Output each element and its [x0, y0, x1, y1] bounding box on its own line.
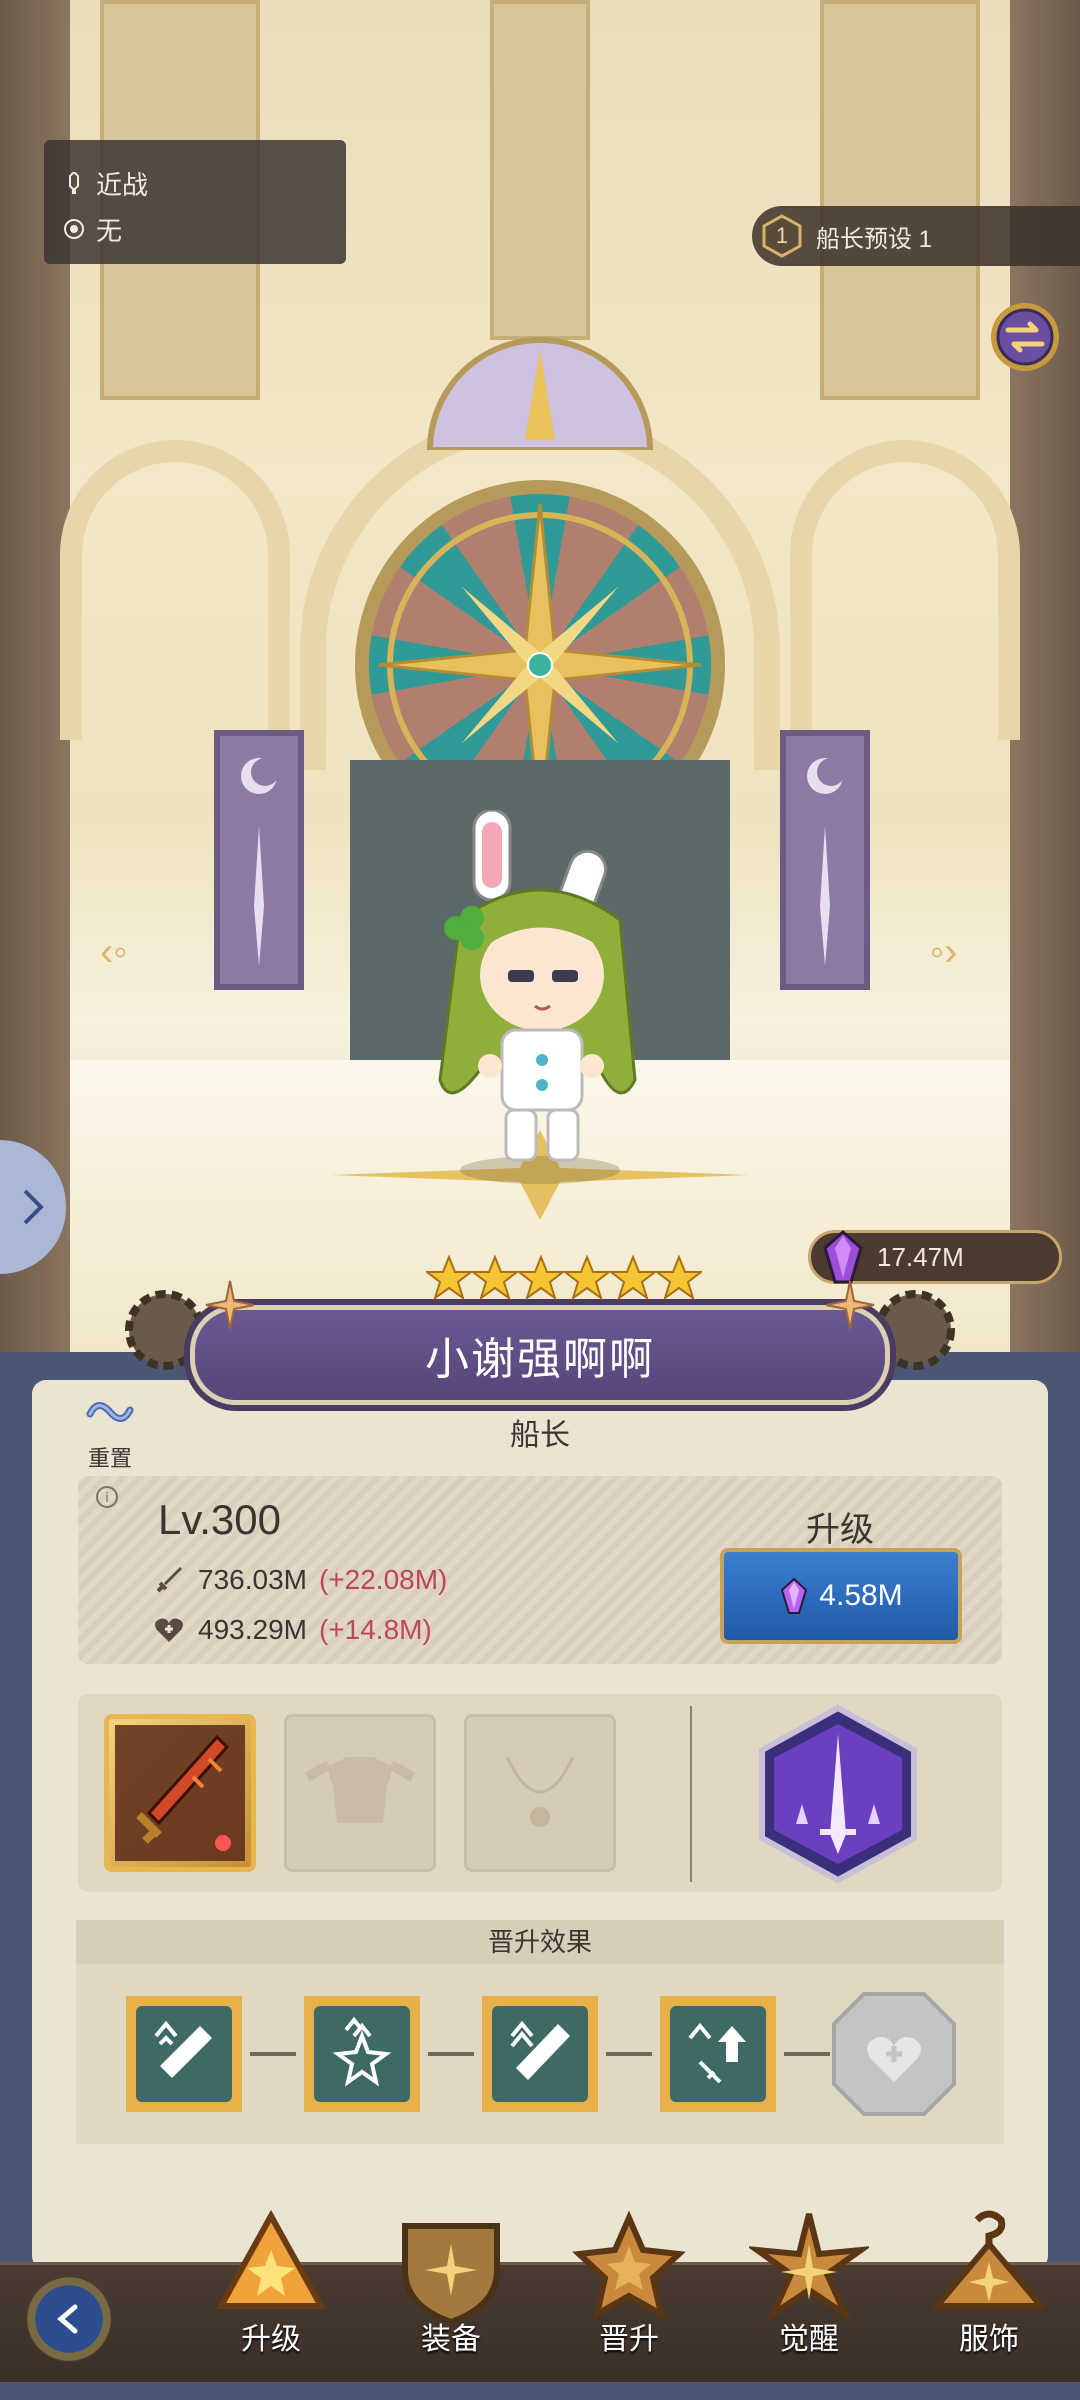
upgrade-cost: 4.58M [819, 1579, 903, 1612]
compass-star-icon [205, 1280, 255, 1330]
red-sword-icon [115, 1725, 245, 1861]
promotion-header: 晋升效果 [76, 1920, 1004, 1964]
attribute-panel: 近战 无 [44, 140, 346, 264]
nav-equipment[interactable]: 装备 [376, 2210, 526, 2370]
star-icon [610, 1255, 656, 1301]
compass-star-icon [825, 1280, 875, 1330]
preset-label: 船长预设 1 [816, 225, 933, 253]
promotion-link [428, 2052, 474, 2056]
next-character-arrow[interactable]: ◦› [930, 930, 958, 975]
element-icon [62, 217, 86, 241]
fan-window [426, 337, 654, 450]
attack-stat: 736.03M (+22.08M) [154, 1564, 447, 1596]
hp-bonus: (+14.8M) [318, 1614, 432, 1645]
attack-value: 736.03M [198, 1564, 307, 1595]
hp-value: 493.29M [198, 1614, 307, 1645]
element-label: 无 [96, 215, 123, 246]
nav-costume[interactable]: 服饰 [914, 2210, 1064, 2370]
sword-icon [62, 171, 86, 195]
swap-icon[interactable] [988, 300, 1062, 374]
upgrade-button[interactable]: 4.58M [720, 1548, 962, 1644]
nav-promotion-label: 晋升 [599, 2323, 659, 2356]
chevron-left-icon [57, 2304, 78, 2334]
right-banner [780, 730, 870, 990]
awaken-crystal-icon[interactable] [756, 1704, 920, 1884]
upgrade-icon [215, 2210, 327, 2309]
equipment-icon [402, 2223, 500, 2326]
nav-promotion[interactable]: 晋升 [554, 2210, 704, 2370]
heart-icon [155, 1618, 183, 1642]
promotion-link [606, 2052, 652, 2056]
character-name: 小谢强啊啊 [425, 1335, 655, 1384]
prev-character-arrow[interactable]: ‹◦ [100, 930, 128, 975]
promotion-link [784, 2052, 830, 2056]
character-sprite[interactable] [420, 810, 660, 1190]
element-row: 无 [62, 206, 328, 252]
star-icon [564, 1255, 610, 1301]
accessory-slot[interactable] [464, 1714, 616, 1872]
name-banner: 小谢强啊啊 [0, 1255, 1080, 1415]
promotion-link [250, 2052, 296, 2056]
right-pillar [1010, 0, 1080, 1360]
equipment-divider [690, 1706, 692, 1882]
star-icon [426, 1255, 472, 1301]
combat-type-row: 近战 [62, 160, 328, 206]
level-text: Lv.300 [158, 1496, 281, 1543]
costume-icon [930, 2210, 1048, 2309]
nav-costume-label: 服饰 [959, 2323, 1019, 2356]
promotion-damage-icon[interactable] [472, 1986, 608, 2122]
left-banner [214, 730, 304, 990]
star-rating [426, 1255, 702, 1301]
weapon-slot[interactable] [104, 1714, 256, 1872]
chevron-right-icon [23, 1189, 44, 1225]
wall-beam [490, 0, 590, 340]
star-icon [656, 1255, 702, 1301]
promotion-speed-icon[interactable] [650, 1986, 786, 2122]
preset-number-badge: 1 [762, 214, 802, 258]
hp-stat: 493.29M (+14.8M) [154, 1614, 432, 1646]
nav-upgrade[interactable]: 升级 [196, 2210, 346, 2370]
bottom-nav-base [0, 2382, 1080, 2400]
character-scene: ‹◦ ◦› 近战 无 1 船长预设 1 17.47M [0, 0, 1080, 1360]
combat-type-label: 近战 [96, 169, 149, 200]
side-arch [790, 440, 1020, 740]
name-plate: 小谢强啊啊 [190, 1305, 890, 1405]
nav-awaken-label: 觉醒 [779, 2323, 839, 2356]
armor-placeholder-icon [304, 1757, 416, 1823]
awaken-icon [749, 2213, 869, 2323]
attack-bonus: (+22.08M) [318, 1564, 448, 1595]
nav-equipment-label: 装备 [421, 2323, 481, 2356]
promotion-critical-icon[interactable] [294, 1986, 430, 2122]
star-icon [518, 1255, 564, 1301]
role-title: 船长 [510, 1419, 570, 1452]
game-screen: ‹◦ ◦› 近战 无 1 船长预设 1 17.47M 小谢强啊啊 重置 船长 i… [0, 0, 1080, 2400]
upgrade-title: 升级 [806, 1511, 874, 1549]
star-icon [472, 1255, 518, 1301]
attack-sword-icon [156, 1567, 182, 1593]
necklace-placeholder-icon [505, 1756, 575, 1827]
back-button[interactable] [26, 2276, 112, 2362]
armor-slot[interactable] [284, 1714, 436, 1872]
nav-upgrade-label: 升级 [241, 2323, 301, 2356]
wall-beam [820, 0, 980, 400]
preset-selector[interactable]: 1 船长预设 1 [752, 206, 1080, 266]
side-arch [60, 440, 290, 740]
nav-awaken[interactable]: 觉醒 [734, 2210, 884, 2370]
promotion-attack-icon[interactable] [116, 1986, 252, 2122]
purple-gem-icon [781, 1577, 808, 1614]
promotion-icon [572, 2210, 686, 2320]
info-icon[interactable]: i [96, 1486, 118, 1508]
promotion-locked-heart-icon[interactable] [826, 1986, 962, 2122]
